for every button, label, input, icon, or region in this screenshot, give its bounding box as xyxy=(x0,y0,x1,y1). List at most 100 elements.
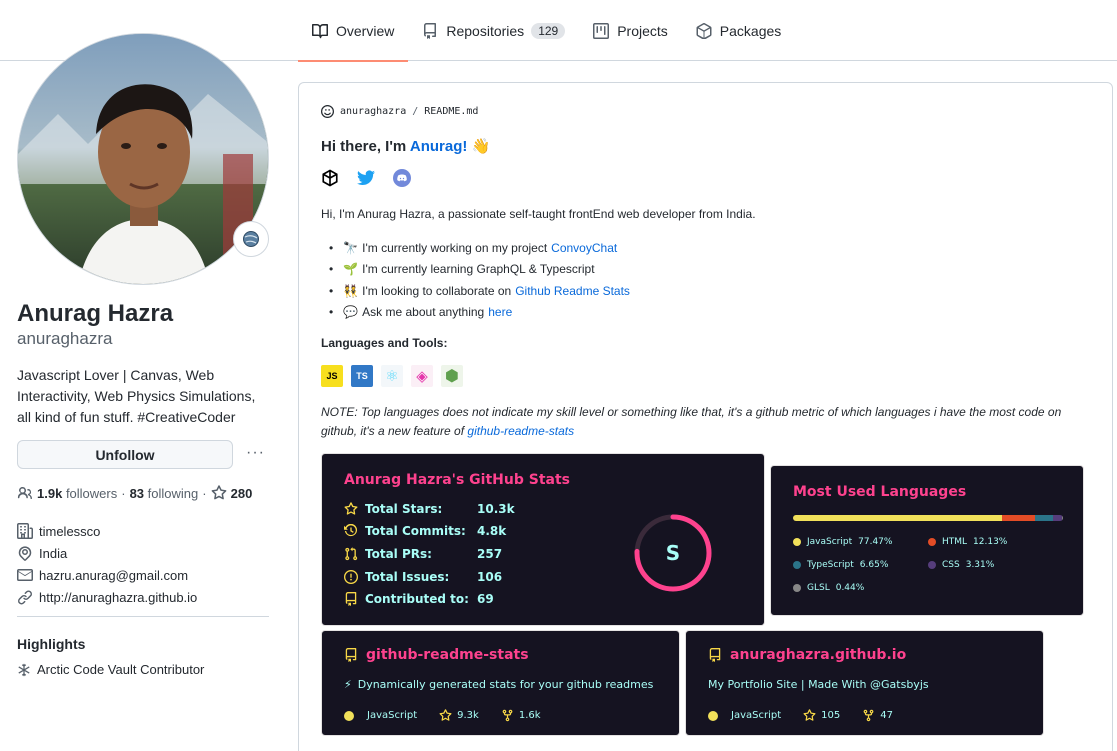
nodejs-icon[interactable]: ⬢ xyxy=(441,365,463,387)
github-readme-stats-link[interactable]: Github Readme Stats xyxy=(515,284,630,298)
note-link[interactable]: github-readme-stats xyxy=(467,424,574,438)
readme-owner[interactable]: anuraghazra xyxy=(340,106,406,117)
repo-icon xyxy=(345,592,357,606)
repo-card-anuraghazra-github-io[interactable]: anuraghazra.github.io My Portfolio Site … xyxy=(685,630,1044,736)
langs-card-title: Most Used Languages xyxy=(793,484,967,500)
javascript-icon[interactable]: JS xyxy=(321,365,343,387)
repo-fork-count: 47 xyxy=(880,710,893,721)
dot-separator: · xyxy=(202,485,207,501)
lang-item-html: HTML 12.13% xyxy=(928,537,1007,547)
stat-value: 257 xyxy=(477,547,503,561)
pull-request-icon xyxy=(345,547,358,561)
status-badge[interactable] xyxy=(233,221,269,257)
intro-text: Hi, I'm Anurag Hazra, a passionate self-… xyxy=(321,207,756,221)
star-icon xyxy=(211,485,226,500)
stars-link[interactable]: 280 xyxy=(231,486,253,501)
lang-name: TypeScript xyxy=(807,560,854,570)
here-link[interactable]: here xyxy=(488,305,512,319)
repo-language: JavaScript xyxy=(708,710,781,721)
mail-icon xyxy=(17,569,33,581)
tab-repositories[interactable]: Repositories 129 xyxy=(408,0,579,61)
note-text: NOTE: Top languages does not indicate my… xyxy=(321,403,1091,441)
followers-label: followers xyxy=(65,485,118,501)
tab-overview-label: Overview xyxy=(336,22,395,39)
convoychat-link[interactable]: ConvoyChat xyxy=(551,241,617,255)
repo-language-name: JavaScript xyxy=(731,710,782,721)
graphql-icon[interactable]: ◈ xyxy=(411,365,433,387)
company-item: timelessco xyxy=(17,520,197,542)
lang-name: GLSL xyxy=(807,583,830,593)
profile-details: timelessco India hazru.anurag@gmail.com … xyxy=(17,520,197,608)
bullet-text: Ask me about anything xyxy=(362,305,485,320)
readme-filename[interactable]: README.md xyxy=(424,106,478,117)
stat-row-prs: Total PRs: 257 xyxy=(344,547,502,561)
website-link[interactable]: http://anuraghazra.github.io xyxy=(39,590,197,605)
react-icon[interactable]: ⚛ xyxy=(381,365,403,387)
github-stats-card[interactable]: Anurag Hazra's GitHub Stats Total Stars:… xyxy=(321,453,765,626)
avatar[interactable] xyxy=(17,33,269,285)
stars-count: 280 xyxy=(230,485,253,501)
rank-letter: S xyxy=(666,541,680,565)
language-dot xyxy=(344,710,354,721)
email-item[interactable]: hazru.anurag@gmail.com xyxy=(17,564,197,586)
repo-stars: 105 xyxy=(803,709,840,722)
company-text: timelessco xyxy=(39,523,101,539)
smiley-icon xyxy=(321,105,334,118)
social-links xyxy=(321,169,411,187)
list-item: 👯 I'm looking to collaborate on Github R… xyxy=(321,280,630,302)
typescript-icon[interactable]: TS xyxy=(351,365,373,387)
repo-icon xyxy=(424,22,437,39)
lang-name: HTML xyxy=(942,537,968,547)
project-icon xyxy=(593,22,610,39)
stat-value: 4.8k xyxy=(477,524,507,538)
languages-progress-bar xyxy=(793,515,1063,521)
top-languages-card[interactable]: Most Used Languages JavaScript 77.47% HT… xyxy=(770,465,1084,616)
stat-label: Total Commits: xyxy=(365,524,466,538)
unfollow-button[interactable]: Unfollow xyxy=(17,440,233,469)
snowflake-icon xyxy=(18,663,30,676)
language-dot xyxy=(708,710,718,721)
wave-emoji: 👋 xyxy=(471,138,491,155)
follow-stats: 1.9k followers · 83 following · 280 xyxy=(17,485,252,501)
repo-title: github-readme-stats xyxy=(344,647,529,663)
lang-percent: 0.44% xyxy=(835,583,865,593)
lang-percent: 3.31% xyxy=(965,560,995,570)
tab-projects[interactable]: Projects xyxy=(579,0,682,61)
people-icon xyxy=(17,486,32,499)
lang-dot xyxy=(928,538,936,546)
lang-percent: 6.65% xyxy=(859,560,889,570)
more-options-button[interactable]: ··· xyxy=(246,444,265,462)
stat-label: Contributed to: xyxy=(365,592,469,606)
list-item: 🌱 I'm currently learning GraphQL & Types… xyxy=(321,259,630,281)
email-link[interactable]: hazru.anurag@gmail.com xyxy=(39,568,188,583)
tab-overview[interactable]: Overview xyxy=(298,0,409,62)
repo-language-name: JavaScript xyxy=(367,710,418,721)
location-icon xyxy=(18,546,32,561)
location-text: India xyxy=(39,545,68,561)
stats-card-title: Anurag Hazra's GitHub Stats xyxy=(344,472,570,488)
highlight-item[interactable]: Arctic Code Vault Contributor xyxy=(17,662,204,677)
lang-dot xyxy=(928,561,936,569)
stat-row-issues: Total Issues: 106 xyxy=(344,570,502,584)
twitter-icon[interactable] xyxy=(357,170,375,186)
repo-card-github-readme-stats[interactable]: github-readme-stats ⚡ Dynamically genera… xyxy=(321,630,680,736)
website-item[interactable]: http://anuraghazra.github.io xyxy=(17,586,197,608)
following-link[interactable]: 83 following xyxy=(130,486,199,501)
followers-link[interactable]: 1.9k followers xyxy=(37,486,117,501)
path-separator: / xyxy=(412,106,419,117)
book-icon xyxy=(312,23,328,38)
list-item: 💬 Ask me about anything here xyxy=(321,302,630,324)
tab-packages[interactable]: Packages xyxy=(682,0,795,61)
lang-item-glsl: GLSL 0.44% xyxy=(793,583,864,593)
tab-projects-label: Projects xyxy=(617,22,668,39)
telescope-icon: 🔭 xyxy=(343,240,359,255)
languages-tools-title: Languages and Tools: xyxy=(321,336,448,350)
codesandbox-icon[interactable] xyxy=(321,169,339,187)
avatar-wrapper xyxy=(17,33,269,285)
lang-percent: 77.47% xyxy=(858,537,893,547)
star-icon xyxy=(344,502,358,515)
repo-icon xyxy=(709,648,721,662)
heading-name-link[interactable]: Anurag! xyxy=(410,138,468,155)
readme-bullets: 🔭 I'm currently working on my project Co… xyxy=(321,237,630,323)
discord-icon[interactable] xyxy=(393,169,411,187)
